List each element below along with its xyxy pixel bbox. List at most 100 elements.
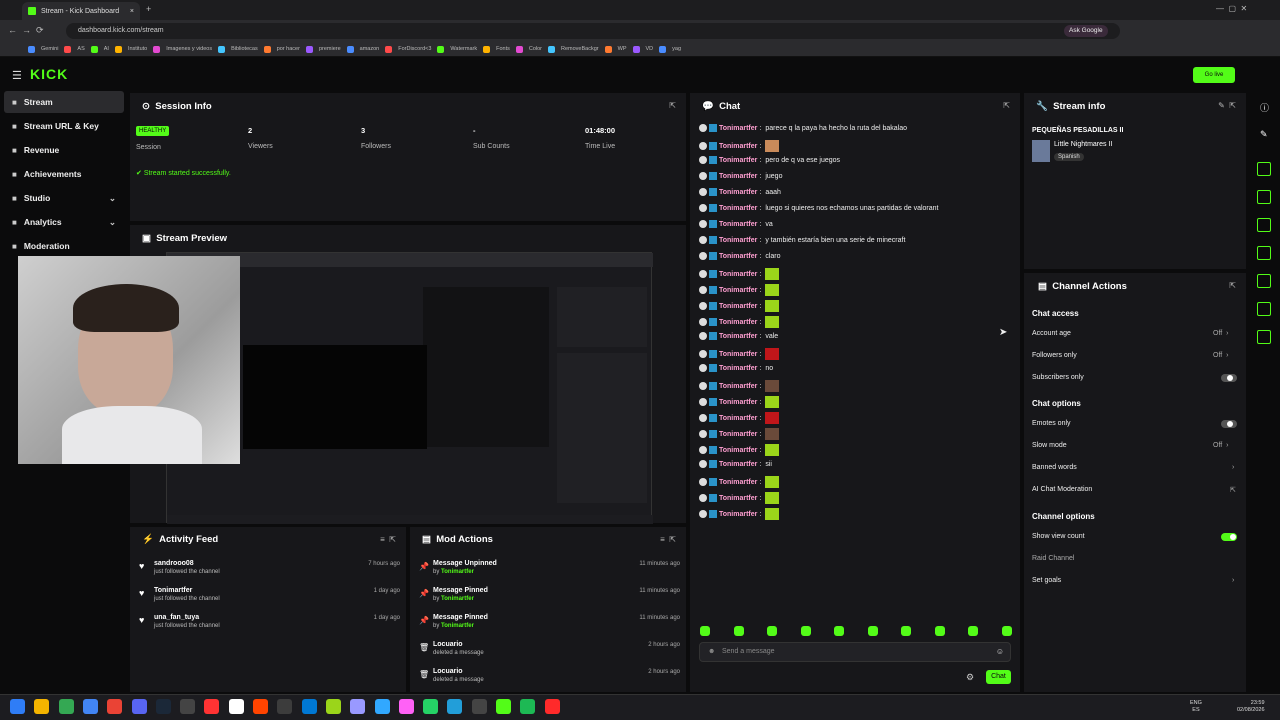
emoji-icon[interactable]: ☻ bbox=[708, 648, 715, 655]
stream-info-edit-icon[interactable]: ✎ ⇱ bbox=[1218, 101, 1236, 110]
bookmark-item[interactable]: Bibliotecas bbox=[231, 46, 258, 52]
activity-controls[interactable]: ≡ ⇱ bbox=[380, 535, 396, 544]
chat-message[interactable]: Tonimartfer: bbox=[699, 412, 780, 424]
chat-settings-icon[interactable]: ⚙ bbox=[966, 672, 974, 683]
chat-popout-icon[interactable]: ⇱ bbox=[1003, 101, 1010, 110]
quick-emote-icon[interactable] bbox=[901, 626, 912, 636]
chat-username[interactable]: Tonimartfer bbox=[719, 415, 757, 422]
rail-session-icon[interactable] bbox=[1257, 162, 1271, 176]
chat-message[interactable]: Tonimartfer: bbox=[699, 268, 780, 280]
mod-action-user[interactable]: Tonimartfer bbox=[441, 623, 474, 629]
bookmark-item[interactable]: VD bbox=[646, 46, 654, 52]
chat-username[interactable]: Tonimartfer bbox=[719, 399, 757, 406]
slow-mode-value[interactable]: Off › bbox=[1213, 442, 1228, 449]
chat-message[interactable]: Tonimartfer: claro bbox=[699, 252, 781, 260]
chat-message[interactable]: Tonimartfer: bbox=[699, 316, 780, 328]
rail-chat-icon[interactable] bbox=[1257, 246, 1271, 260]
chat-username[interactable]: Tonimartfer bbox=[719, 221, 757, 228]
taskbar-app-icon[interactable] bbox=[301, 699, 317, 714]
chat-message[interactable]: Tonimartfer: sii bbox=[699, 460, 772, 468]
quick-emote-icon[interactable] bbox=[834, 626, 845, 636]
quick-emote-icon[interactable] bbox=[700, 626, 710, 636]
quick-emote-icon[interactable] bbox=[867, 626, 878, 636]
chat-message[interactable]: Tonimartfer: bbox=[699, 380, 780, 392]
chat-username[interactable]: Tonimartfer bbox=[719, 157, 757, 164]
chat-message[interactable]: Tonimartfer: bbox=[699, 348, 780, 360]
url-input[interactable]: dashboard.kick.com/stream bbox=[66, 23, 1120, 39]
chat-username[interactable]: Tonimartfer bbox=[719, 495, 757, 502]
quick-emote-icon[interactable] bbox=[767, 626, 778, 636]
chat-send-button[interactable]: Chat bbox=[986, 670, 1011, 684]
bookmark-item[interactable]: Fonts bbox=[496, 46, 510, 52]
bookmark-item[interactable]: AS bbox=[77, 46, 84, 52]
chat-username[interactable]: Tonimartfer bbox=[719, 237, 757, 244]
clock[interactable]: 23:59 02/08/2026 bbox=[1237, 700, 1265, 714]
popout-icon[interactable]: ⇱ bbox=[669, 101, 676, 110]
bookmark-item[interactable]: RemoveBackgr bbox=[561, 46, 599, 52]
taskbar-app-icon[interactable] bbox=[374, 699, 390, 714]
quick-emote-icon[interactable] bbox=[733, 626, 744, 636]
taskbar-app-icon[interactable] bbox=[228, 699, 244, 714]
taskbar-app-icon[interactable] bbox=[325, 699, 341, 714]
taskbar-app-icon[interactable] bbox=[131, 699, 147, 714]
taskbar-app-icon[interactable] bbox=[520, 699, 536, 714]
mod-action-user[interactable]: Tonimartfer bbox=[441, 596, 474, 602]
chat-username[interactable]: Tonimartfer bbox=[719, 431, 757, 438]
taskbar-app-icon[interactable] bbox=[447, 699, 463, 714]
go-live-button[interactable]: Go live bbox=[1193, 67, 1235, 83]
taskbar-app-icon[interactable] bbox=[544, 699, 560, 714]
pencil-icon[interactable]: ✎ bbox=[1260, 129, 1268, 140]
show-view-count-toggle[interactable] bbox=[1221, 533, 1237, 541]
bookmark-item[interactable]: WP bbox=[618, 46, 627, 52]
quick-emote-icon[interactable] bbox=[800, 626, 811, 636]
rail-activity-icon[interactable] bbox=[1257, 218, 1271, 232]
slow-mode-item[interactable]: Slow mode bbox=[1032, 442, 1067, 449]
rail-channel-icon[interactable] bbox=[1257, 302, 1271, 316]
bookmark-item[interactable]: Imagenes y videos bbox=[166, 46, 212, 52]
bookmark-item[interactable]: Color bbox=[529, 46, 542, 52]
chat-message[interactable]: Tonimartfer: bbox=[699, 140, 780, 152]
taskbar-app-icon[interactable] bbox=[107, 699, 123, 714]
sidebar-item-studio[interactable]: ■ Studio ⌄ bbox=[4, 187, 124, 209]
taskbar-app-icon[interactable] bbox=[34, 699, 50, 714]
bookmark-item[interactable]: ForDiscord<3 bbox=[398, 46, 431, 52]
bookmark-item[interactable]: amazon bbox=[360, 46, 380, 52]
set-goals-item[interactable]: Set goals bbox=[1032, 577, 1061, 584]
emotes-only-toggle[interactable] bbox=[1221, 420, 1237, 428]
taskbar-app-icon[interactable] bbox=[496, 699, 511, 714]
chat-username[interactable]: Tonimartfer bbox=[719, 287, 757, 294]
chat-username[interactable]: Tonimartfer bbox=[719, 143, 757, 150]
sidebar-item-stream[interactable]: ■ Stream bbox=[4, 91, 124, 113]
followers-only-item[interactable]: Followers only bbox=[1032, 352, 1077, 359]
mod-action-user[interactable]: Tonimartfer bbox=[441, 569, 474, 575]
chat-message[interactable]: Tonimartfer: bbox=[699, 476, 780, 488]
taskbar-app-icon[interactable] bbox=[398, 699, 414, 714]
chat-username[interactable]: Tonimartfer bbox=[719, 447, 757, 454]
language-indicator[interactable]: ENG ES bbox=[1190, 700, 1202, 714]
taskbar-app-icon[interactable] bbox=[180, 699, 196, 714]
chat-username[interactable]: Tonimartfer bbox=[719, 461, 757, 468]
chat-username[interactable]: Tonimartfer bbox=[719, 319, 757, 326]
taskbar-app-icon[interactable] bbox=[277, 699, 293, 714]
tab-close-icon[interactable]: × bbox=[130, 8, 134, 15]
bookmark-item[interactable]: Gemini bbox=[41, 46, 58, 52]
quick-emote-icon[interactable] bbox=[934, 626, 945, 636]
info-icon[interactable]: ⓘ bbox=[1260, 101, 1269, 114]
taskbar-app-icon[interactable] bbox=[423, 699, 439, 714]
sidebar-item-analytics[interactable]: ■ Analytics ⌄ bbox=[4, 211, 124, 233]
chat-message[interactable]: Tonimartfer: no bbox=[699, 364, 773, 372]
chat-username[interactable]: Tonimartfer bbox=[719, 253, 757, 260]
mod-controls[interactable]: ≡ ⇱ bbox=[660, 535, 676, 544]
chat-message[interactable]: Tonimartfer: y también estaría bien una s… bbox=[699, 236, 905, 244]
taskbar-app-icon[interactable] bbox=[82, 699, 98, 714]
chat-username[interactable]: Tonimartfer bbox=[719, 333, 757, 340]
category-name[interactable]: Little Nightmares II bbox=[1054, 141, 1112, 148]
chat-username[interactable]: Tonimartfer bbox=[719, 479, 757, 486]
chat-input-box[interactable]: ☻ Send a message ☺ bbox=[699, 642, 1011, 662]
chat-message[interactable]: Tonimartfer: bbox=[699, 428, 780, 440]
sidebar-item-revenue[interactable]: ■ Revenue bbox=[4, 139, 124, 161]
chat-message[interactable]: Tonimartfer: luego si quieres nos echamos… bbox=[699, 204, 939, 212]
chat-username[interactable]: Tonimartfer bbox=[719, 173, 757, 180]
rail-tools-icon[interactable] bbox=[1257, 330, 1271, 344]
ai-chat-moderation-item[interactable]: AI Chat Moderation bbox=[1032, 486, 1092, 493]
